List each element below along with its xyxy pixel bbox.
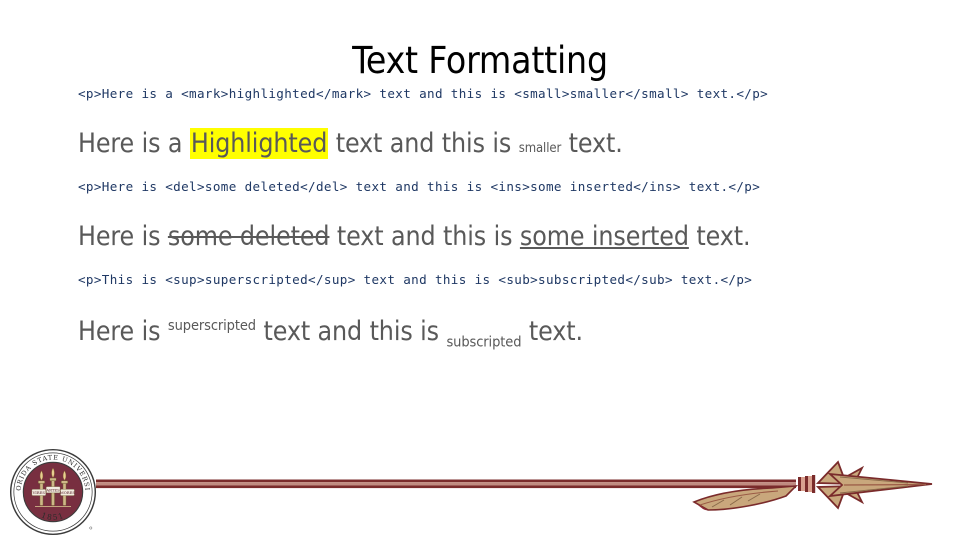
inserted-text: some inserted: [519, 220, 689, 252]
rendered-prefix: Here is: [78, 315, 168, 347]
rendered-sample-mark-small: Here is a Highlighted text and this is s…: [78, 125, 778, 163]
rendered-sample-sup-sub: Here is superscripted text and this is s…: [78, 313, 778, 351]
code-sample-sup-sub: <p>This is <sup>superscripted</sup> text…: [78, 272, 753, 288]
rendered-prefix: Here is: [78, 220, 168, 252]
mark-highlighted-text: Highlighted: [189, 127, 329, 159]
svg-text:MORES: MORES: [60, 491, 76, 495]
slide-footer: FLORIDA STATE UNIVERSITY 1851: [0, 435, 960, 540]
svg-text:VIRES: VIRES: [32, 491, 46, 495]
rendered-suffix: text.: [561, 127, 623, 159]
page-title: Text Formatting: [352, 39, 608, 82]
rendered-middle: text and this is: [256, 315, 447, 347]
svg-text:ARTES: ARTES: [45, 488, 60, 492]
florida-state-university-seal-icon: FLORIDA STATE UNIVERSITY 1851: [8, 446, 97, 536]
small-text: smaller: [518, 140, 562, 156]
rendered-prefix: Here is a: [78, 127, 190, 159]
rendered-suffix: text.: [521, 315, 583, 347]
deleted-text: some deleted: [167, 220, 330, 252]
rendered-middle: text and this is: [328, 127, 519, 159]
superscript-text: superscripted: [167, 317, 256, 334]
fsu-spear-icon: [96, 460, 933, 511]
code-sample-del-ins: <p>Here is <del>some deleted</del> text …: [78, 179, 761, 195]
rendered-suffix: text.: [688, 220, 751, 252]
rendered-sample-del-ins: Here is some deleted text and this is so…: [78, 218, 778, 256]
slide-canvas: Text Formatting <p>Here is a <mark>highl…: [0, 0, 960, 540]
subscript-text: subscripted: [446, 333, 522, 350]
code-sample-mark-small: <p>Here is a <mark>highlighted</mark> te…: [78, 86, 769, 101]
slide-content-body: <p>Here is a <mark>highlighted</mark> te…: [78, 86, 778, 351]
rendered-middle: text and this is: [329, 220, 520, 252]
